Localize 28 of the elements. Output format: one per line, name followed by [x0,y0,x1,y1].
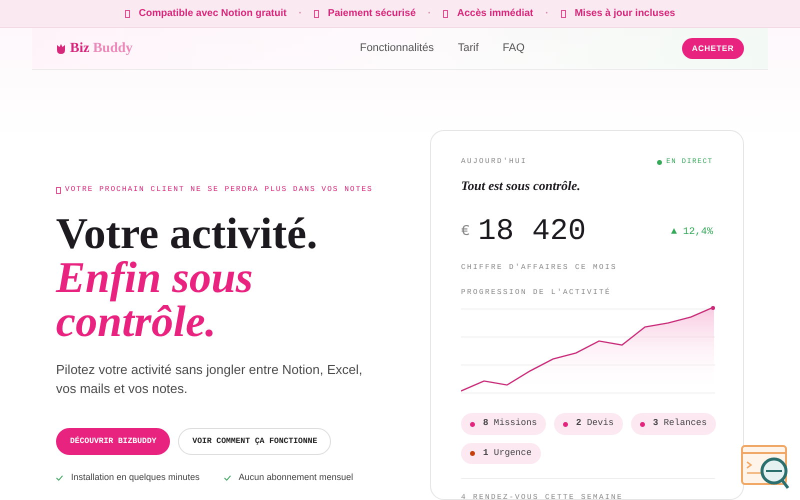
discover-button[interactable]: DÉCOUVRIR BIZBUDDY [56,428,170,456]
chip-text: 2 Devis [576,417,614,430]
hero-title-accent: contrôle. [56,300,218,344]
banner-text: Mises à jour incluses [574,7,676,21]
hero-description: Pilotez votre activité sans jongler entre Notion, Excel, vos mails et vos notes. [56,361,364,398]
nav-link[interactable]: Tarif [458,40,479,57]
separator-dot: · [428,7,432,21]
banner-text: Accès immédiat [457,7,534,21]
perk-text: Installation en quelques minutes [71,471,200,484]
separator-dot: · [298,7,302,21]
how-it-works-button[interactable]: VOIR COMMENT ÇA FONCTIONNE [178,428,332,456]
perk-text: Aucun abonnement mensuel [238,471,354,484]
chip-text: 1 Urgence [483,446,532,460]
logo[interactable]: Biz Buddy [70,38,133,59]
card-headline: Tout est sous contrôle. [461,177,582,196]
chip-text: 8 Missions [483,417,538,430]
trend-value: ▲ 12,4% [670,226,713,240]
nav-link[interactable]: FAQ [502,40,525,57]
currency-symbol: € [461,222,470,242]
separator-dot: · [545,7,549,21]
nav-link[interactable]: Fonctionnalités [360,40,434,57]
chip-text: 3 Relances [652,417,707,430]
hero-title-accent: Enfin sous [56,256,254,300]
buy-button[interactable]: ACHETER [682,38,744,59]
banner-text: Compatible avec Notion gratuit [138,7,287,21]
banner-text: Paiement sécurisé [328,7,416,21]
hero-title: Votre activité. [56,212,318,256]
revenue-amount: 18 420 [478,214,586,251]
